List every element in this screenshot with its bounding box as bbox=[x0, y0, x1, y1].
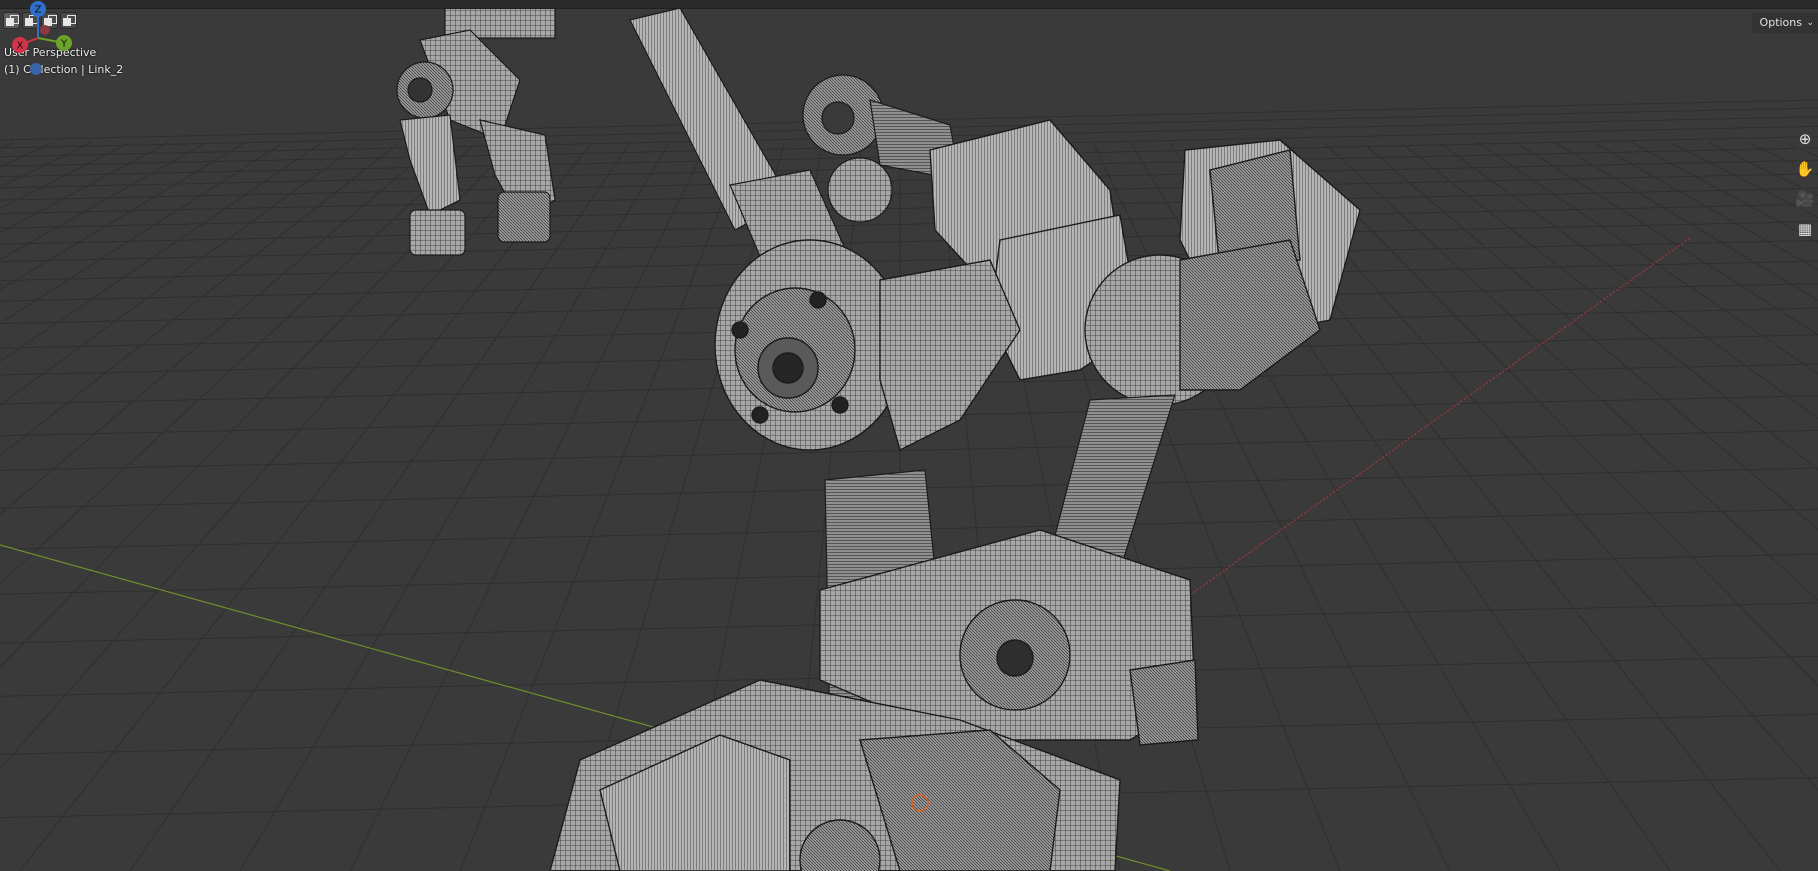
gizmo-y-label: Y bbox=[60, 39, 68, 50]
grid-line bbox=[1669, 141, 1818, 219]
grid-line bbox=[0, 141, 246, 291]
grid-line bbox=[0, 141, 285, 324]
grid-line bbox=[1400, 141, 1818, 471]
grid-line bbox=[1477, 141, 1818, 375]
pan-hand-icon[interactable]: ✋ bbox=[1793, 157, 1817, 181]
camera-icon[interactable]: 🎥 bbox=[1793, 187, 1817, 211]
grid-line bbox=[1592, 141, 1818, 271]
grid-line bbox=[1284, 141, 1818, 687]
base-mesh[interactable] bbox=[549, 529, 1199, 871]
grid-line bbox=[1708, 141, 1818, 197]
grid-line bbox=[1323, 141, 1818, 602]
grid-line bbox=[0, 141, 208, 261]
gizmo-z-label: Z bbox=[35, 5, 42, 16]
grid-line bbox=[129, 142, 631, 871]
grid-line bbox=[1554, 141, 1818, 301]
perspective-grid-icon[interactable]: ▦ bbox=[1793, 217, 1817, 241]
options-dropdown[interactable]: Options ⌄ bbox=[1751, 13, 1818, 33]
grid-line bbox=[0, 173, 1818, 215]
grid-line bbox=[0, 141, 15, 150]
gizmo-neg-x[interactable] bbox=[40, 25, 50, 35]
zoom-icon[interactable]: ⊕ bbox=[1793, 127, 1817, 151]
grid-line bbox=[1746, 141, 1818, 176]
gizmo-x-label: X bbox=[17, 41, 24, 52]
3d-viewport[interactable]: User Perspective (1) Collection | Link_2… bbox=[0, 0, 1818, 871]
navigation-tools: ⊕ ✋ 🎥 ▦ bbox=[1793, 127, 1817, 247]
viewport-canvas[interactable] bbox=[0, 0, 1818, 871]
grid-line bbox=[19, 142, 593, 871]
shoulder-joint-mesh[interactable] bbox=[714, 239, 1021, 452]
navigation-gizmo[interactable]: Z Y X bbox=[0, 0, 76, 76]
grid-line bbox=[1361, 141, 1818, 531]
options-label: Options bbox=[1759, 16, 1802, 29]
viewport-header bbox=[0, 0, 1818, 9]
grid-line bbox=[1631, 141, 1818, 243]
chevron-down-icon: ⌄ bbox=[1806, 18, 1814, 28]
grid-line bbox=[1515, 141, 1818, 336]
grid-line bbox=[0, 203, 1818, 245]
gizmo-neg-z[interactable] bbox=[30, 63, 42, 75]
